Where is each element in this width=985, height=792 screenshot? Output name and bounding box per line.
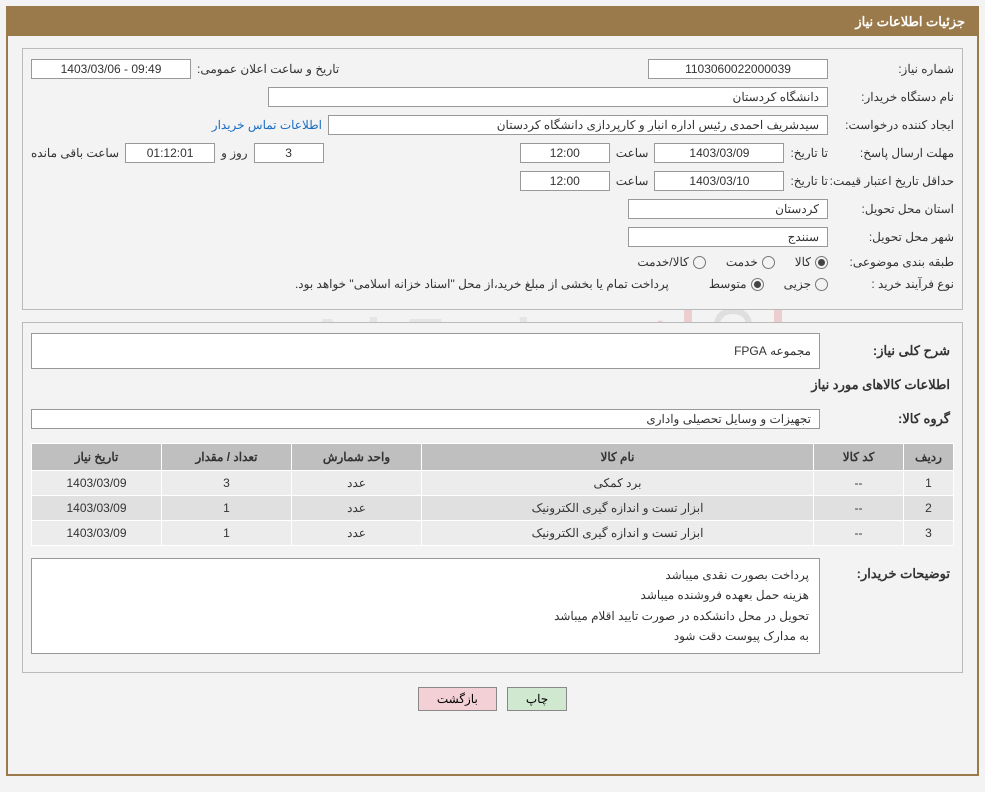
days-and-label: روز و bbox=[221, 146, 248, 160]
th-unit: واحد شمارش bbox=[292, 444, 422, 471]
category-kala[interactable]: کالا bbox=[795, 255, 828, 269]
announce-label: تاریخ و ساعت اعلان عمومی: bbox=[197, 62, 339, 76]
th-idx: ردیف bbox=[904, 444, 954, 471]
print-button[interactable]: چاپ bbox=[507, 687, 567, 711]
remaining-label: ساعت باقی مانده bbox=[31, 146, 119, 160]
to-date-label: تا تاریخ: bbox=[790, 146, 828, 160]
back-button[interactable]: بازگشت bbox=[418, 687, 497, 711]
category-khedmat[interactable]: خدمت bbox=[726, 255, 775, 269]
time-label-2: ساعت bbox=[616, 174, 649, 188]
radio-icon bbox=[815, 278, 828, 291]
th-code: کد کالا bbox=[814, 444, 904, 471]
buyer-notes: پرداخت بصورت نقدی میباشد هزینه حمل بعهده… bbox=[31, 558, 820, 654]
countdown: 01:12:01 bbox=[125, 143, 215, 163]
delivery-province: کردستان bbox=[628, 199, 828, 219]
validity-time: 12:00 bbox=[520, 171, 610, 191]
need-panel: شرح کلی نیاز: مجموعه FPGA اطلاعات کالاها… bbox=[22, 322, 963, 673]
overall-need-label: شرح کلی نیاز: bbox=[830, 343, 950, 359]
radio-icon bbox=[762, 256, 775, 269]
overall-need-value: مجموعه FPGA bbox=[31, 333, 820, 369]
category-kalakhedmat[interactable]: کالا/خدمت bbox=[637, 255, 705, 269]
page-title: جزئیات اطلاعات نیاز bbox=[855, 14, 965, 29]
need-number-label: شماره نیاز: bbox=[834, 62, 954, 76]
delivery-city-label: شهر محل تحویل: bbox=[834, 230, 954, 244]
validity-date: 1403/03/10 bbox=[654, 171, 784, 191]
process-label: نوع فرآیند خرید : bbox=[834, 277, 954, 291]
need-number-value: 1103060022000039 bbox=[648, 59, 828, 79]
buyer-notes-label: توضیحات خریدار: bbox=[830, 566, 950, 582]
process-note: پرداخت تمام یا بخشی از مبلغ خرید،از محل … bbox=[295, 277, 669, 291]
process-motavaset[interactable]: متوسط bbox=[709, 277, 764, 291]
category-label: طبقه بندی موضوعی: bbox=[834, 255, 954, 269]
info-panel: شماره نیاز: 1103060022000039 تاریخ و ساع… bbox=[22, 48, 963, 310]
buyer-org-label: نام دستگاه خریدار: bbox=[834, 90, 954, 104]
delivery-city: سنندج bbox=[628, 227, 828, 247]
announce-value: 09:49 - 1403/03/06 bbox=[31, 59, 191, 79]
requester-value: سیدشریف احمدی رئیس اداره انبار و کارپردا… bbox=[328, 115, 828, 135]
validity-label: حداقل تاریخ اعتبار قیمت: bbox=[834, 174, 954, 188]
table-row: 2 -- ابزار تست و اندازه گیری الکترونیک ع… bbox=[32, 496, 954, 521]
requester-label: ایجاد کننده درخواست: bbox=[834, 118, 954, 132]
page-header: جزئیات اطلاعات نیاز bbox=[8, 8, 977, 36]
table-row: 1 -- برد کمکی عدد 3 1403/03/09 bbox=[32, 471, 954, 496]
th-qty: تعداد / مقدار bbox=[162, 444, 292, 471]
table-row: 3 -- ابزار تست و اندازه گیری الکترونیک ع… bbox=[32, 521, 954, 546]
th-date: تاریخ نیاز bbox=[32, 444, 162, 471]
deadline-time: 12:00 bbox=[520, 143, 610, 163]
radio-icon bbox=[751, 278, 764, 291]
process-jozi[interactable]: جزیی bbox=[784, 277, 828, 291]
deadline-date: 1403/03/09 bbox=[654, 143, 784, 163]
time-label-1: ساعت bbox=[616, 146, 649, 160]
items-header: اطلاعات کالاهای مورد نیاز bbox=[35, 377, 950, 393]
group-label: گروه کالا: bbox=[830, 411, 950, 427]
days-remaining: 3 bbox=[254, 143, 324, 163]
buyer-contact-link[interactable]: اطلاعات تماس خریدار bbox=[212, 118, 322, 132]
group-value: تجهیزات و وسایل تحصیلی واداری bbox=[31, 409, 820, 429]
th-name: نام کالا bbox=[422, 444, 814, 471]
radio-icon bbox=[693, 256, 706, 269]
delivery-province-label: استان محل تحویل: bbox=[834, 202, 954, 216]
items-table: ردیف کد کالا نام کالا واحد شمارش تعداد /… bbox=[31, 443, 954, 546]
radio-icon bbox=[815, 256, 828, 269]
to-date-label-2: تا تاریخ: bbox=[790, 174, 828, 188]
buyer-org-value: دانشگاه کردستان bbox=[268, 87, 828, 107]
deadline-label: مهلت ارسال پاسخ: bbox=[834, 146, 954, 160]
